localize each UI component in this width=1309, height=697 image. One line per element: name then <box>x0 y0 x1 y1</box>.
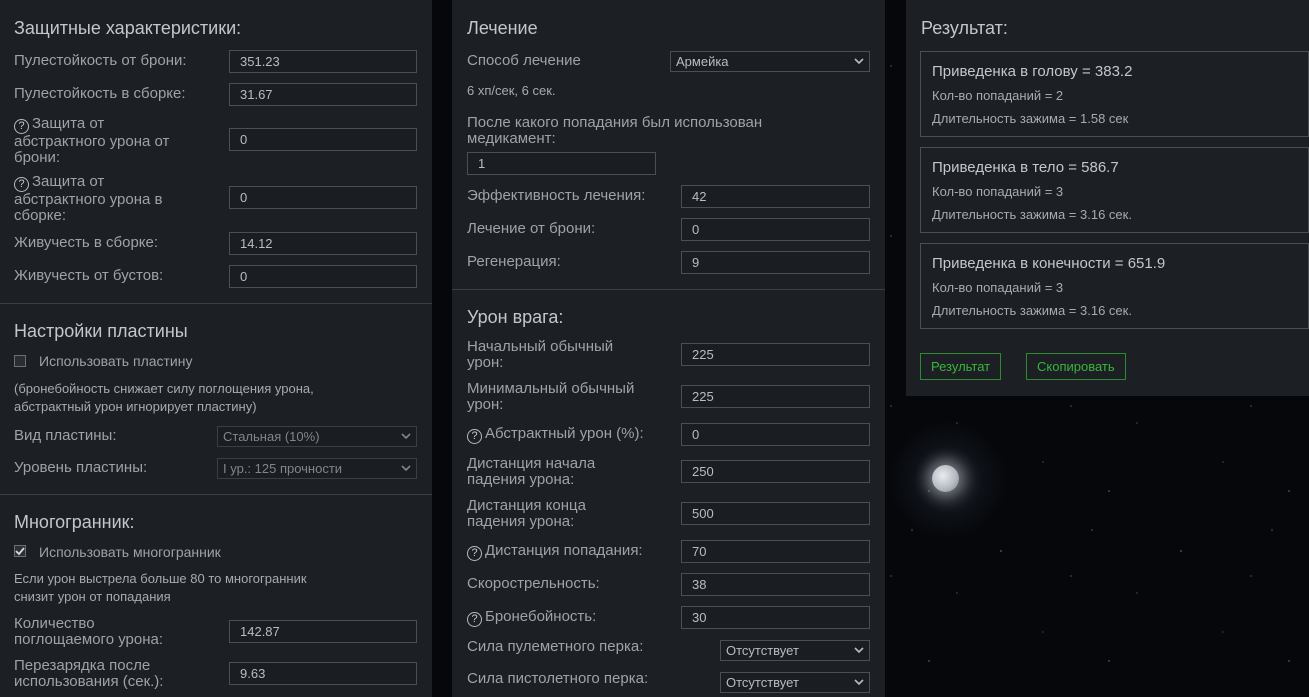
help-icon[interactable]: ? <box>14 119 29 134</box>
divider <box>0 303 432 304</box>
poly-reload-input[interactable]: 9.63 <box>229 662 417 685</box>
build-bullet-res-label: Пулестойкость в сборке: <box>14 85 186 102</box>
poly-reload-label: Перезарядка после использования (сек.): <box>14 657 164 690</box>
poly-title: Многогранник: <box>14 512 135 532</box>
pen-input[interactable]: 30 <box>681 606 870 629</box>
regen-label: Регенерация: <box>467 253 561 270</box>
vitality-boost-input[interactable]: 0 <box>229 265 417 288</box>
help-icon[interactable]: ? <box>14 177 29 192</box>
heal-enemy-panel: Лечение Способ лечение Армейка 6 хп/сек,… <box>452 0 885 697</box>
base-dmg-input[interactable]: 225 <box>681 343 870 366</box>
plate-type-label: Вид пластины: <box>14 427 117 444</box>
abstract-armor-input[interactable]: 0 <box>229 128 417 151</box>
help-icon[interactable]: ? <box>467 546 482 561</box>
poly-absorb-label: Количество поглощаемого урона: <box>14 615 164 648</box>
efficiency-input[interactable]: 42 <box>681 185 870 208</box>
heal-method-select[interactable]: Армейка <box>670 51 870 72</box>
abstract-build-label: ? Защита от абстрактного урона в сборке: <box>14 173 163 224</box>
protection-panel: Защитные характеристики: Пулестойкость о… <box>0 0 432 697</box>
armor-bullet-res-label: Пулестойкость от брони: <box>14 52 187 69</box>
armor-bullet-res-input[interactable]: 351.23 <box>229 50 417 73</box>
result-card-hits: Кол-во попаданий = 2 <box>932 88 1064 103</box>
moon-image <box>932 465 959 492</box>
plate-note: (бронебойность снижает силу поглощения у… <box>14 381 314 414</box>
help-icon[interactable]: ? <box>467 612 482 627</box>
plate-title: Настройки пластины <box>14 321 188 341</box>
abstract-dmg-label: ? Абстрактный урон (%): <box>467 426 644 444</box>
result-card-duration: Длительность зажима = 3.16 сек. <box>932 207 1132 222</box>
after-hit-label: После какого попадания был использован ме… <box>467 114 763 147</box>
build-bullet-res-input[interactable]: 31.67 <box>229 83 417 106</box>
abstract-dmg-input[interactable]: 0 <box>681 423 870 446</box>
regen-input[interactable]: 9 <box>681 251 870 274</box>
divider <box>452 289 885 290</box>
armor-heal-input[interactable]: 0 <box>681 218 870 241</box>
use-poly-label: Использовать многогранник <box>39 544 221 560</box>
result-card-body: Приведенка в тело = 586.7 Кол-во попадан… <box>920 147 1309 233</box>
mg-perk-select[interactable]: Отсутствует <box>720 640 870 661</box>
result-card-head: Приведенка в голову = 383.2 Кол-во попад… <box>920 51 1309 137</box>
result-title: Результат: <box>921 18 1008 38</box>
armor-heal-label: Лечение от брони: <box>467 220 596 237</box>
checkmark-icon <box>15 547 25 556</box>
efficiency-label: Эффективность лечения: <box>467 187 646 204</box>
result-card-hits: Кол-во попаданий = 3 <box>932 184 1064 199</box>
result-panel: Результат: Приведенка в голову = 383.2 К… <box>906 0 1309 396</box>
chevron-down-icon <box>401 433 411 440</box>
chevron-down-icon <box>854 647 864 654</box>
heal-method-info: 6 хп/сек, 6 сек. <box>467 83 556 98</box>
chevron-down-icon <box>854 679 864 686</box>
vitality-build-input[interactable]: 14.12 <box>229 232 417 255</box>
result-card-title: Приведенка в конечности = 651.9 <box>932 255 1166 272</box>
poly-absorb-input[interactable]: 142.87 <box>229 620 417 643</box>
plate-level-label: Уровень пластины: <box>14 459 148 476</box>
use-plate-label: Использовать пластину <box>39 353 193 369</box>
poly-note: Если урон выстрела больше 80 то многогра… <box>14 571 307 604</box>
heal-method-label: Способ лечение <box>467 52 581 69</box>
plate-level-select[interactable]: I ур.: 125 прочности <box>217 458 417 479</box>
result-card-duration: Длительность зажима = 1.58 сек <box>932 111 1129 126</box>
divider <box>0 494 432 495</box>
vitality-boost-label: Живучесть от бустов: <box>14 267 164 284</box>
protection-title: Защитные характеристики: <box>14 18 242 38</box>
hit-dist-label: ? Дистанция попадания: <box>467 543 643 561</box>
vitality-build-label: Живучесть в сборке: <box>14 234 159 251</box>
rof-input[interactable]: 38 <box>681 573 870 596</box>
heal-title: Лечение <box>467 18 538 38</box>
use-poly-checkbox[interactable] <box>14 545 26 557</box>
hit-dist-input[interactable]: 70 <box>681 540 870 563</box>
falloff-end-label: Дистанция конца падения урона: <box>467 497 586 530</box>
result-card-hits: Кол-во попаданий = 3 <box>932 280 1064 295</box>
pistol-perk-select[interactable]: Отсутствует <box>720 672 870 693</box>
after-hit-input[interactable]: 1 <box>467 152 656 175</box>
base-dmg-label: Начальный обычный урон: <box>467 338 614 371</box>
rof-label: Скорострельность: <box>467 575 600 592</box>
result-button[interactable]: Результат <box>920 353 1002 380</box>
chevron-down-icon <box>854 58 864 65</box>
copy-button[interactable]: Скопировать <box>1026 353 1126 380</box>
result-card-title: Приведенка в тело = 586.7 <box>932 159 1119 176</box>
result-card-limbs: Приведенка в конечности = 651.9 Кол-во п… <box>920 243 1309 329</box>
plate-type-select[interactable]: Стальная (10%) <box>217 426 417 447</box>
falloff-start-input[interactable]: 250 <box>681 460 870 483</box>
help-icon[interactable]: ? <box>467 429 482 444</box>
abstract-build-input[interactable]: 0 <box>229 186 417 209</box>
chevron-down-icon <box>401 465 411 472</box>
use-plate-checkbox[interactable] <box>14 355 26 367</box>
min-dmg-input[interactable]: 225 <box>681 385 870 408</box>
pistol-perk-label: Сила пистолетного перка: <box>467 670 649 687</box>
min-dmg-label: Минимальный обычный урон: <box>467 380 635 413</box>
falloff-end-input[interactable]: 500 <box>681 502 870 525</box>
result-card-duration: Длительность зажима = 3.16 сек. <box>932 303 1132 318</box>
falloff-start-label: Дистанция начала падения урона: <box>467 455 596 488</box>
result-card-title: Приведенка в голову = 383.2 <box>932 63 1133 80</box>
abstract-armor-label: ? Защита от абстрактного урона от брони: <box>14 115 170 166</box>
mg-perk-label: Сила пулеметного перка: <box>467 638 644 655</box>
enemy-title: Урон врага: <box>467 307 564 327</box>
pen-label: ? Бронебойность: <box>467 609 596 627</box>
